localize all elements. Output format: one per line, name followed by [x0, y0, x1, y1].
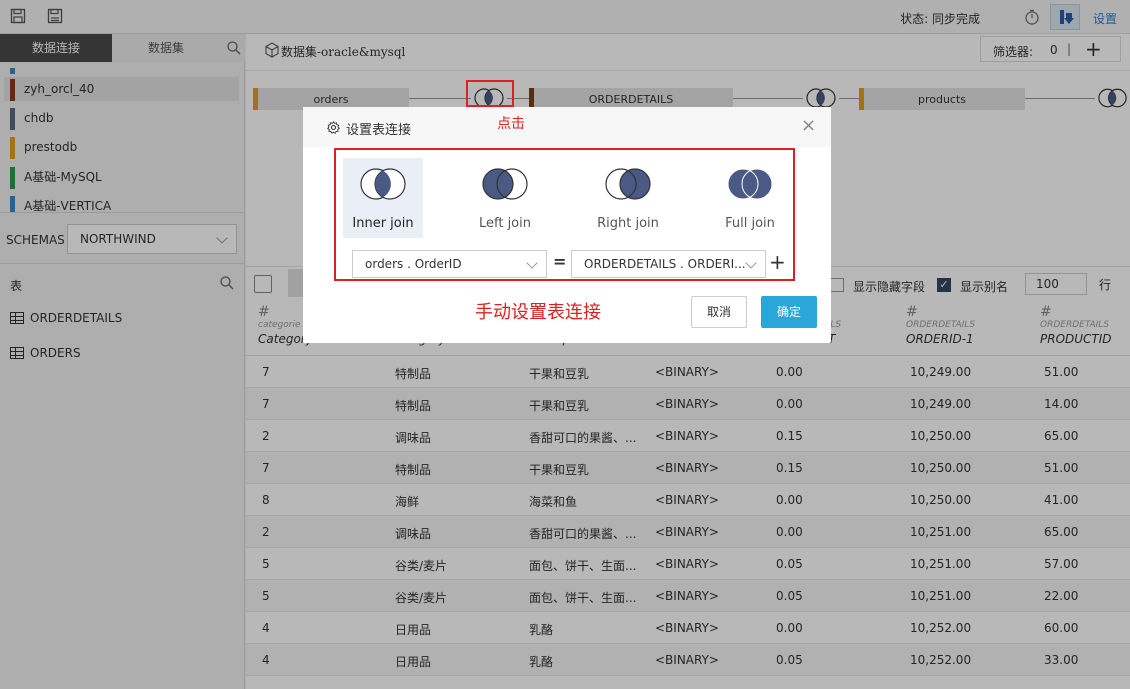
confirm-button[interactable]: 确定 — [761, 296, 817, 328]
annotation-highlight-box — [466, 80, 514, 107]
join-option-left[interactable]: Left join — [465, 158, 545, 238]
left-join-icon — [482, 168, 528, 200]
modal-overlay — [0, 0, 1130, 689]
join-option-right[interactable]: Right join — [588, 158, 668, 238]
cancel-button[interactable]: 取消 — [691, 296, 747, 328]
join-option-inner[interactable]: Inner join — [343, 158, 423, 238]
join-option-full[interactable]: Full join — [710, 158, 790, 238]
right-field-select[interactable]: ORDERDETAILS . ORDERI... — [571, 250, 766, 278]
add-condition-icon[interactable]: + — [769, 250, 786, 274]
join-dialog: 设置表连接 × Inner join Left join Right join … — [303, 107, 831, 343]
close-icon[interactable]: × — [801, 115, 816, 136]
join-operator: = — [553, 252, 567, 271]
full-join-icon — [727, 168, 773, 200]
right-join-icon — [605, 168, 651, 200]
gear-icon — [327, 121, 340, 134]
annotation-click: 点击 — [497, 116, 525, 132]
annotation-manual-join: 手动设置表连接 — [475, 302, 601, 323]
left-field-select[interactable]: orders . OrderID — [352, 250, 547, 278]
dialog-title: 设置表连接 — [346, 123, 412, 138]
inner-join-icon — [360, 168, 406, 200]
